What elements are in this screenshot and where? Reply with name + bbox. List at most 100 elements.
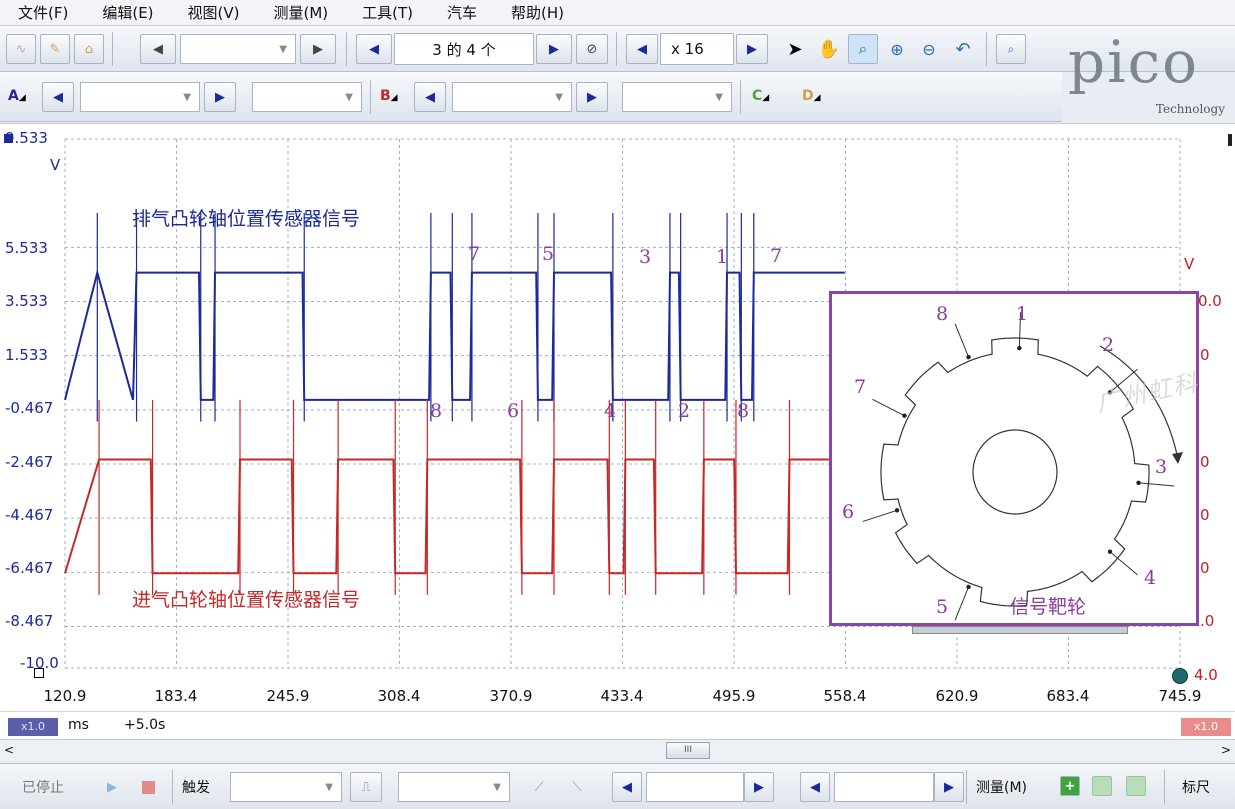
next-buffer-button[interactable]: ▶: [536, 34, 572, 64]
toolbar-divider: [172, 770, 173, 804]
hand-icon[interactable]: ✋: [814, 34, 844, 64]
channel-a-range-up[interactable]: ▶: [204, 82, 236, 112]
channel-b-range-down[interactable]: ◀: [414, 82, 446, 112]
wheel-leader-lines: [862, 312, 1175, 621]
wheel-leader-line: [872, 398, 905, 417]
scroll-left-arrow[interactable]: <: [2, 742, 16, 759]
right-tick-label: 0: [1200, 506, 1210, 524]
scroll-thumb[interactable]: III: [666, 742, 710, 759]
toolbar-divider: [370, 80, 371, 114]
menu-tools[interactable]: 工具(T): [362, 2, 413, 23]
undo-zoom-icon[interactable]: ↶: [948, 34, 978, 64]
channel-a-range-select[interactable]: ▼: [80, 82, 200, 112]
right-tick-label: .0: [1200, 612, 1215, 630]
right-tick-label: 0.0: [1198, 292, 1222, 310]
channel-toolbar: A◢ ◀ ▼ ▶ ▼ B◢ ◀ ▼ ▶ ▼ C◢ D◢: [0, 72, 1062, 122]
channel-a-coupling-select[interactable]: ▼: [252, 82, 362, 112]
wheel-leader-line: [1109, 551, 1138, 576]
next-waveform-button[interactable]: ▶: [300, 34, 336, 64]
zoom-out-icon[interactable]: ⊖: [914, 34, 944, 64]
y-tick-label: -0.467: [5, 399, 54, 417]
x-tick-label: 433.4: [600, 687, 644, 705]
run-icon[interactable]: ▶: [98, 773, 126, 801]
delay-up[interactable]: ▶: [934, 772, 964, 802]
horizontal-scrollbar[interactable]: < III >: [0, 739, 1235, 761]
probe-icon[interactable]: ✎: [40, 34, 70, 64]
channel-b-range-select[interactable]: ▼: [452, 82, 572, 112]
channel-b-range-up[interactable]: ▶: [576, 82, 608, 112]
wheel-label-2: 2: [1102, 334, 1115, 356]
x-tick-label: 683.4: [1046, 687, 1090, 705]
delay-down[interactable]: ◀: [800, 772, 830, 802]
right-tick-label: 0: [1200, 559, 1210, 577]
stopped-status: 已停止: [22, 780, 64, 796]
channel-a-button[interactable]: A◢: [8, 88, 26, 104]
menu-edit[interactable]: 编辑(E): [102, 2, 153, 23]
channel-a-marker[interactable]: [4, 134, 13, 143]
trigger-edge-icon[interactable]: ⎍: [350, 772, 382, 802]
pre-trigger-down[interactable]: ◀: [612, 772, 642, 802]
zoom-select-icon[interactable]: ⌕: [848, 34, 878, 64]
wheel-label-8: 8: [936, 303, 949, 325]
trigger-source-select[interactable]: ▼: [398, 772, 510, 802]
zoom-in-icon[interactable]: ⊕: [882, 34, 912, 64]
wheel-label-5: 5: [936, 596, 949, 618]
toolbar-divider: [966, 770, 967, 804]
toolbar-divider: [1164, 770, 1165, 804]
trigger-mode-select[interactable]: ▼: [230, 772, 342, 802]
channel-c-button[interactable]: C◢: [752, 88, 769, 104]
pre-trigger-up[interactable]: ▶: [744, 772, 774, 802]
x-tick-label: 620.9: [935, 687, 979, 705]
edit-measure-icon[interactable]: [1092, 776, 1112, 796]
menu-measure[interactable]: 测量(M): [274, 2, 329, 23]
prev-waveform-button[interactable]: ◀: [140, 34, 176, 64]
waveform-select[interactable]: ▼: [180, 34, 296, 64]
add-measure-icon[interactable]: +: [1060, 776, 1080, 796]
right-tick-label: 0: [1200, 453, 1210, 471]
prev-buffer-button[interactable]: ◀: [356, 34, 392, 64]
menu-file[interactable]: 文件(F): [18, 2, 68, 23]
target-wheel-inset: 8 1 2 7 3 6 4 5 信号靶轮: [829, 291, 1199, 626]
y-tick-label: 5.533: [5, 239, 48, 257]
navigator-icon[interactable]: ⊘: [576, 34, 608, 64]
ruler-handle[interactable]: [1172, 668, 1188, 684]
channel-a-label: A: [8, 88, 19, 104]
delay-field[interactable]: [834, 772, 934, 802]
tooth-label: 6: [507, 400, 520, 422]
tooth-label: 8: [430, 400, 443, 422]
scroll-right-arrow[interactable]: >: [1219, 742, 1233, 759]
x-scale-badge[interactable]: x1.0: [8, 718, 58, 736]
tooth-label: 3: [639, 246, 652, 268]
wheel-label-1: 1: [1016, 303, 1029, 325]
channel-b-coupling-select[interactable]: ▼: [622, 82, 732, 112]
home-icon[interactable]: ⌂: [74, 34, 104, 64]
channel-a-range-down[interactable]: ◀: [42, 82, 74, 112]
menu-automotive[interactable]: 汽车: [447, 2, 477, 23]
trigger-marker[interactable]: [34, 668, 44, 678]
menu-help[interactable]: 帮助(H): [511, 2, 564, 23]
pointer-icon[interactable]: ➤: [780, 34, 810, 64]
buffer-page-field[interactable]: 3 的 4 个: [394, 33, 534, 65]
zoom-up-button[interactable]: ▶: [736, 34, 768, 64]
channel-b-button[interactable]: B◢: [380, 88, 398, 104]
delete-measure-icon[interactable]: [1126, 776, 1146, 796]
rising-edge-icon[interactable]: ⟋: [524, 772, 554, 802]
falling-edge-icon[interactable]: ⟍: [562, 772, 592, 802]
rulers-label[interactable]: 标尺: [1182, 777, 1210, 797]
zoom-field[interactable]: x 16: [660, 33, 734, 65]
exhaust-signal-label: 排气凸轮轴位置传感器信号: [132, 208, 361, 230]
zoom-down-button[interactable]: ◀: [626, 34, 658, 64]
channel-d-button[interactable]: D◢: [802, 88, 821, 104]
rotation-arrow-head: [1172, 452, 1183, 464]
right-scale-badge[interactable]: x1.0: [1181, 718, 1231, 736]
y-tick-label: -2.467: [5, 453, 54, 471]
zoom-100-icon[interactable]: ⌕: [996, 34, 1026, 64]
scope-mode-icon[interactable]: ∿: [6, 34, 36, 64]
pre-trigger-field[interactable]: [646, 772, 744, 802]
wheel-leader-line: [954, 586, 970, 621]
stop-button[interactable]: [134, 773, 162, 801]
y-tick-label: 1.533: [5, 346, 48, 364]
menu-view[interactable]: 视图(V): [188, 2, 240, 23]
hidden-window-edge: [912, 626, 1128, 634]
wheel-hub: [972, 429, 1058, 515]
